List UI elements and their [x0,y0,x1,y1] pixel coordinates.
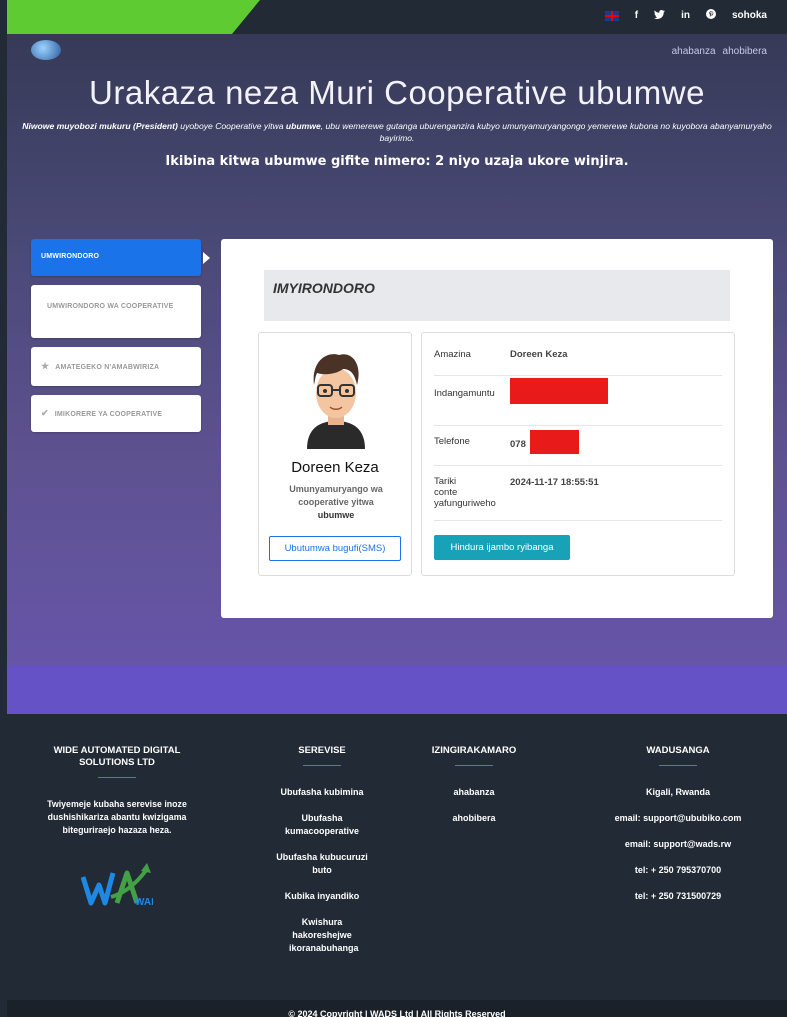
footer-divider [455,765,493,766]
top-bar: f in sohoka [7,0,787,34]
nav-link-about[interactable]: ahobibera [723,46,767,57]
card-header: IMYIRONDORO [264,270,730,321]
profile-summary: Doreen Keza Umunyamuryango wa cooperativ… [258,332,412,576]
profile-details: Amazina Doreen Keza Indangamuntu Telefon… [421,332,735,576]
redacted-id [510,378,608,404]
footer-link[interactable]: Ubufasha kumacooperative [263,812,381,838]
menu-item-label: UMWIRONDORO [41,253,100,260]
footer-contact-item[interactable]: email: support@ububiko.com [593,812,763,825]
footer-contact-item[interactable]: tel: + 250 795370700 [593,864,763,877]
wads-logo-text: WADs [135,897,153,908]
linkedin-icon[interactable]: in [681,10,690,21]
info-value: 2024-11-17 18:55:51 [510,477,599,488]
green-accent-strip [7,0,260,34]
page-title: Urakaza neza Muri Cooperative ubumwe [89,74,705,111]
footer-link[interactable]: Ubufasha kubucuruzi buto [263,851,381,877]
footer-link[interactable]: Kwishura hakoreshejwe ikoranabuhanga [263,916,381,955]
nav-link-home[interactable]: ahabanza [672,46,716,57]
top-links: f in sohoka [604,9,767,22]
menu-item-label: AMATEGEKO N'AMABWIRIZA [55,364,160,371]
avatar [299,345,373,449]
profile-coop-name: ubumwe [317,510,355,520]
info-row-id: Indangamuntu [434,378,722,426]
footer-heading: WIDE AUTOMATED DIGITAL SOLUTIONS LTD [53,745,181,768]
cooperative-name: ubumwe [285,121,321,131]
footer-col-company: WIDE AUTOMATED DIGITAL SOLUTIONS LTD Twi… [33,714,201,909]
footer-contact-item: Kigali, Rwanda [645,787,710,797]
group-number-label: Ikibina kitwa ubumwe gifite nimero: [165,154,436,169]
footer-description: Twiyemeje kubaha serevise inoze dushishi… [47,799,187,835]
info-row-phone: Telefone 078 [434,430,722,466]
nav-links: ahabanza ahobibera [672,46,767,57]
info-label: Telefone [434,436,470,447]
uk-flag-icon[interactable] [604,10,619,21]
menu-item-label: IMIKORERE YA COOPERATIVE [54,411,163,418]
footer-divider [659,765,697,766]
info-label: Amazina [434,349,471,360]
sms-button[interactable]: Ubutumwa bugufi(SMS) [269,536,401,561]
info-row-name: Amazina Doreen Keza [434,349,722,376]
card-title: IMYIRONDORO [273,280,375,296]
hero-subtitle-text: uyoboye Cooperative yitwa [177,121,286,131]
footer-contact-item[interactable]: email: support@wads.rw [593,838,763,851]
info-label: Tariki conte yafunguriweho [434,476,496,509]
footer-link[interactable]: Kubika inyandiko [263,890,381,903]
navbar: ahabanza ahobibera [7,34,787,68]
footer-bottom-bar: © 2024 Copyright | WADS Ltd | All Rights… [7,1000,787,1017]
menu-item-label: UMWIRONDORO WA COOPERATIVE [47,303,174,310]
info-value: 078 [510,439,526,450]
menu-item-operations[interactable]: ✔ IMIKORERE YA COOPERATIVE [31,395,201,432]
facebook-icon[interactable]: f [635,10,638,21]
pinterest-icon[interactable] [705,9,716,22]
profile-role-text: Umunyamuryango wa cooperative yitwa [289,484,383,507]
menu-item-rules[interactable]: ★ AMATEGEKO N'AMABWIRIZA [31,347,201,386]
group-number-value: 2 niyo uzaja ukore winjira. [435,154,629,169]
profile-card: IMYIRONDORO Doreen Keza Umunyamuryango w… [221,239,773,618]
wads-logo-icon: WADs [80,863,164,909]
check-icon: ✔ [41,408,49,418]
footer-heading: WADUSANGA [646,745,710,756]
footer-col-contact: WADUSANGA Kigali, Rwanda email: support@… [593,714,763,916]
profile-role: Umunyamuryango wa cooperative yitwa ubum… [269,483,403,522]
ububiko-logo-icon[interactable] [31,40,61,60]
purple-band [7,666,787,714]
footer: WIDE AUTOMATED DIGITAL SOLUTIONS LTD Twi… [7,714,787,1000]
redacted-phone [530,430,579,454]
footer-heading: IZINGIRAKAMARO [431,745,517,756]
info-label: Indangamuntu [434,388,495,399]
footer-heading: SEREVISE [298,745,346,756]
info-value: Doreen Keza [510,349,568,360]
profile-name: Doreen Keza [291,459,379,476]
footer-link[interactable]: Ubufasha kubimina [263,786,381,799]
twitter-icon[interactable] [654,9,666,22]
president-label: Niwowe muyobozi mukuru (President) [22,121,178,131]
hero-subtitle: Niwowe muyobozi mukuru (President) uyobo… [7,120,787,144]
footer-link[interactable]: ahobibera [409,812,539,825]
footer-contact-item[interactable]: tel: + 250 731500729 [593,890,763,903]
footer-divider [303,765,341,766]
hero-subtitle-text-2: , ubu wemerewe gutanga uburenganzira kub… [320,121,772,143]
group-number-line: Ikibina kitwa ubumwe gifite nimero: 2 ni… [7,154,787,169]
footer-col-links: IZINGIRAKAMARO ahabanza ahobibera [409,714,539,838]
change-password-button[interactable]: Hindura ijambo ryibanga [434,535,570,560]
copyright: © 2024 Copyright | WADS Ltd | All Rights… [288,1009,506,1017]
footer-col-services: SEREVISE Ubufasha kubimina Ubufasha kuma… [263,714,381,968]
info-row-date: Tariki conte yafunguriweho 2024-11-17 18… [434,476,722,521]
side-menu: UMWIRONDORO UMWIRONDORO WA COOPERATIVE ★… [31,239,210,441]
menu-item-profile[interactable]: UMWIRONDORO [31,239,210,276]
login-link[interactable]: sohoka [732,10,767,21]
menu-item-cooperative-profile[interactable]: UMWIRONDORO WA COOPERATIVE [31,285,201,338]
footer-link[interactable]: ahabanza [409,786,539,799]
footer-divider [98,777,136,778]
star-icon: ★ [41,361,50,371]
